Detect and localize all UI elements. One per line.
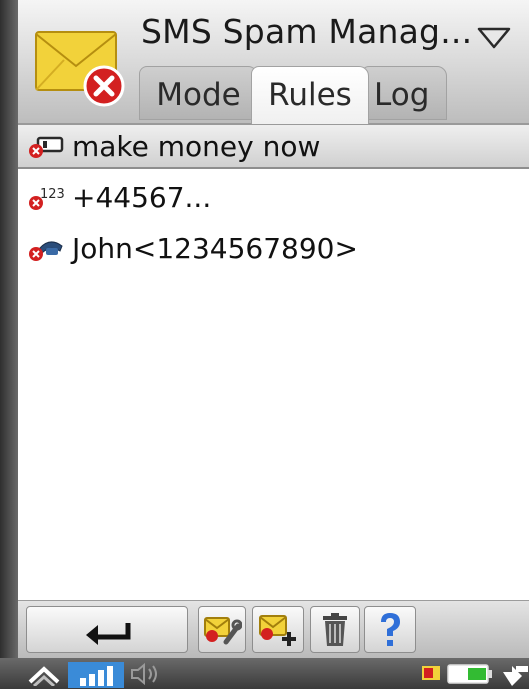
speaker-icon — [131, 662, 157, 686]
edit-rule-icon — [204, 616, 242, 644]
keyword-rule-icon — [29, 136, 64, 158]
screen: SMS Spam Manag... Mode Rules Log make mo… — [0, 0, 529, 689]
chevron-down-icon[interactable] — [476, 26, 512, 50]
bottom-toolbar — [18, 600, 529, 659]
tab-rules[interactable]: Rules — [251, 66, 369, 124]
rule-label: John<1234567890> — [72, 232, 358, 265]
tab-log[interactable]: Log — [361, 66, 447, 120]
bezel — [0, 0, 18, 689]
back-button[interactable] — [26, 606, 188, 653]
app-header: SMS Spam Manag... Mode Rules Log — [18, 0, 529, 125]
list-item[interactable]: John<1234567890> — [18, 226, 529, 271]
signal-icon — [68, 662, 124, 688]
connection-icon — [503, 666, 528, 686]
add-rule-icon — [259, 614, 296, 646]
rules-list: make money now 123 +44567... John<123456… — [18, 125, 529, 271]
list-item[interactable]: 123 +44567... — [18, 175, 529, 220]
add-rule-button[interactable] — [252, 606, 304, 653]
trash-icon — [323, 612, 347, 646]
rule-label: +44567... — [72, 181, 212, 214]
battery-icon — [447, 664, 492, 684]
help-icon — [381, 612, 400, 646]
list-item[interactable]: make money now — [18, 125, 529, 169]
tab-mode[interactable]: Mode — [139, 66, 258, 120]
back-arrow-icon — [86, 622, 131, 645]
help-button[interactable] — [364, 606, 416, 653]
chevron-up-icon[interactable] — [26, 662, 62, 686]
spam-envelope-icon — [35, 31, 125, 107]
delete-rule-button[interactable] — [310, 606, 360, 653]
contact-rule-icon — [29, 241, 63, 261]
number-rule-icon: 123 — [29, 187, 65, 210]
edit-rule-button[interactable] — [198, 606, 246, 653]
sim-icon — [422, 666, 440, 680]
rule-label: make money now — [72, 129, 321, 163]
svg-text:123: 123 — [40, 187, 65, 202]
app-title: SMS Spam Manag... — [141, 12, 473, 51]
status-bar — [0, 658, 529, 689]
